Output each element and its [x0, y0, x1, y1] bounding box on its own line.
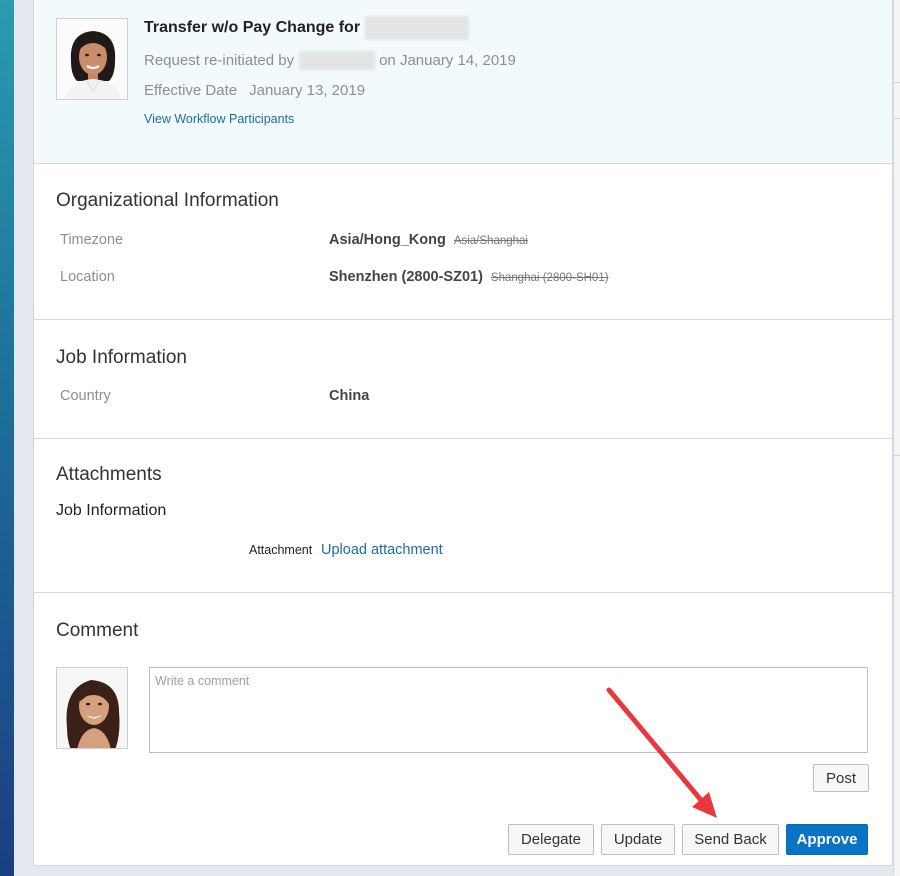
delegate-button[interactable]: Delegate — [508, 824, 594, 855]
location-label: Location — [60, 269, 115, 285]
redacted-employee-name — [365, 16, 470, 40]
location-old-value: Shanghai (2800-SH01) — [490, 272, 609, 284]
timezone-label: Timezone — [60, 232, 124, 248]
country-value: China — [329, 388, 369, 404]
request-initiated-line: Request re-initiated by on January 14, 2… — [144, 51, 516, 70]
update-button[interactable]: Update — [601, 824, 675, 855]
timezone-value: Asia/Hong_Kong Asia/Shanghai — [329, 232, 528, 248]
effective-date-label: Effective Date — [144, 82, 238, 99]
upload-attachment-link[interactable]: Upload attachment — [321, 542, 443, 558]
effective-date-line: Effective Date January 13, 2019 — [144, 82, 365, 99]
comment-input[interactable] — [149, 667, 868, 753]
commenter-avatar — [56, 667, 128, 749]
redacted-initiator-name — [299, 51, 376, 70]
request-prefix: Request re-initiated by — [144, 52, 295, 69]
country-new-value: China — [329, 388, 370, 404]
attachment-label: Attachment — [249, 543, 313, 557]
org-info-title: Organizational Information — [56, 190, 279, 211]
attachments-section: Attachments Job Information Attachment U… — [34, 439, 892, 593]
request-date: on January 14, 2019 — [379, 52, 516, 69]
post-button[interactable]: Post — [813, 764, 869, 792]
location-value: Shenzhen (2800-SZ01) Shanghai (2800-SH01… — [329, 269, 609, 285]
send-back-button[interactable]: Send Back — [682, 824, 779, 855]
job-info-title: Job Information — [56, 347, 187, 368]
org-info-section: Organizational Information Timezone Asia… — [34, 164, 892, 320]
request-header: Transfer w/o Pay Change for Request re-i… — [34, 0, 892, 164]
attachments-subtitle: Job Information — [56, 502, 167, 519]
timezone-old-value: Asia/Shanghai — [453, 235, 528, 247]
request-title: Transfer w/o Pay Change for — [144, 16, 470, 40]
workflow-card: Transfer w/o Pay Change for Request re-i… — [33, 0, 893, 866]
approve-button[interactable]: Approve — [786, 824, 868, 855]
view-workflow-participants-link[interactable]: View Workflow Participants — [144, 112, 294, 126]
right-scroll-strip — [893, 0, 900, 876]
location-new-value: Shenzhen (2800-SZ01) — [329, 269, 483, 285]
employee-avatar — [56, 18, 128, 100]
job-info-section: Job Information Country China — [34, 320, 892, 439]
attachments-title: Attachments — [56, 464, 162, 485]
country-label: Country — [60, 388, 111, 404]
app-background-strip — [0, 0, 14, 876]
comment-title: Comment — [56, 620, 139, 641]
effective-date-value: January 13, 2019 — [249, 82, 366, 99]
timezone-new-value: Asia/Hong_Kong — [329, 232, 446, 248]
request-title-text: Transfer w/o Pay Change for — [144, 19, 361, 36]
